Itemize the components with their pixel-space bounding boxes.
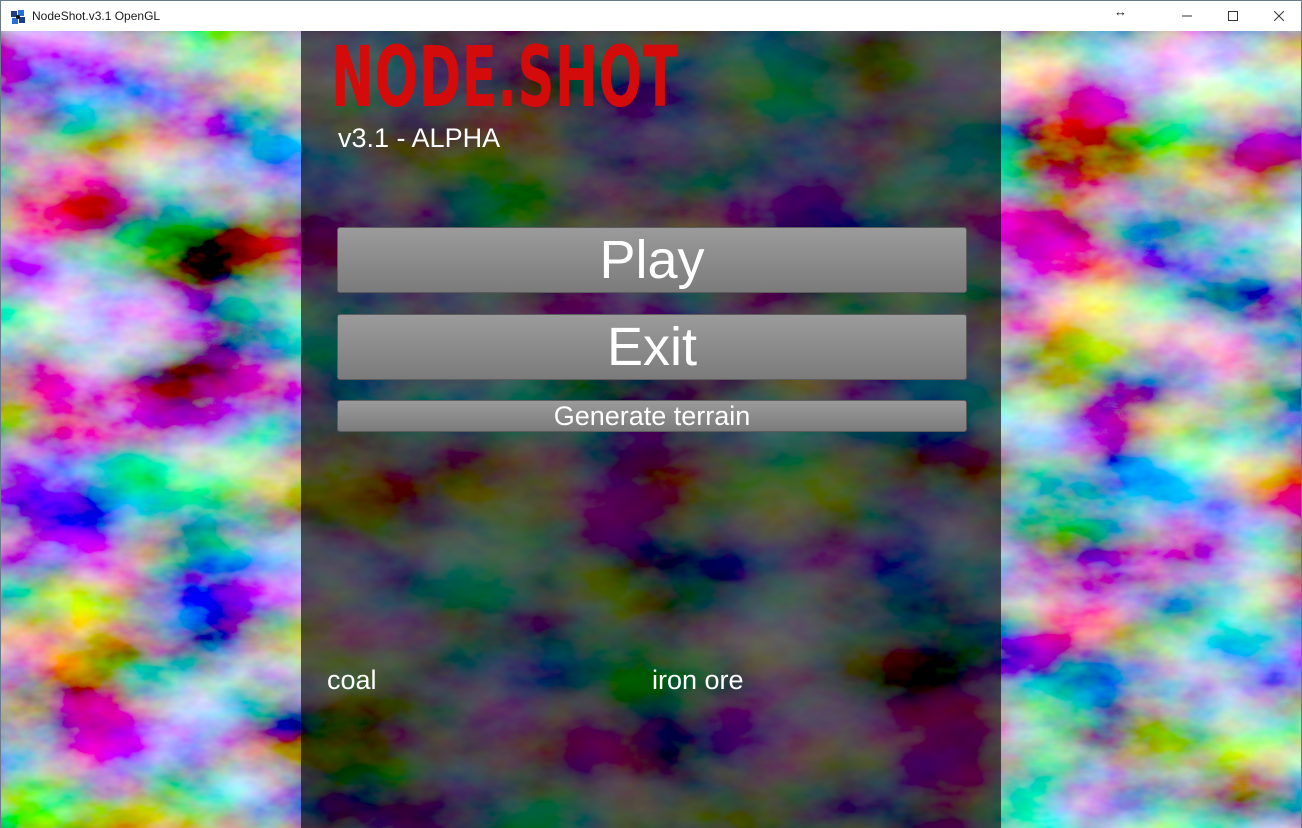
resource-label-coal: coal bbox=[327, 665, 377, 695]
version-label: v3.1 - ALPHA bbox=[338, 123, 501, 153]
play-button[interactable]: Play bbox=[337, 227, 967, 293]
minimize-button[interactable] bbox=[1164, 1, 1210, 31]
generate-terrain-button[interactable]: Generate terrain bbox=[337, 400, 967, 432]
close-icon bbox=[1274, 11, 1284, 21]
maximize-icon bbox=[1228, 11, 1238, 21]
window-title: NodeShot.v3.1 OpenGL bbox=[32, 9, 161, 23]
resize-indicator: ↔ bbox=[1114, 4, 1127, 19]
game-logo: NODE.SHOT bbox=[331, 28, 679, 126]
exit-button[interactable]: Exit bbox=[337, 314, 967, 380]
close-button[interactable] bbox=[1256, 1, 1302, 31]
minimize-icon bbox=[1182, 15, 1192, 17]
app-window: NodeShot.v3.1 OpenGL ↔ NODE.SHOT v3.1 - … bbox=[0, 0, 1302, 828]
app-icon bbox=[11, 10, 25, 24]
title-bar[interactable]: NodeShot.v3.1 OpenGL ↔ bbox=[1, 1, 1301, 31]
maximize-button[interactable] bbox=[1210, 1, 1256, 31]
resource-label-iron-ore: iron ore bbox=[652, 665, 744, 695]
